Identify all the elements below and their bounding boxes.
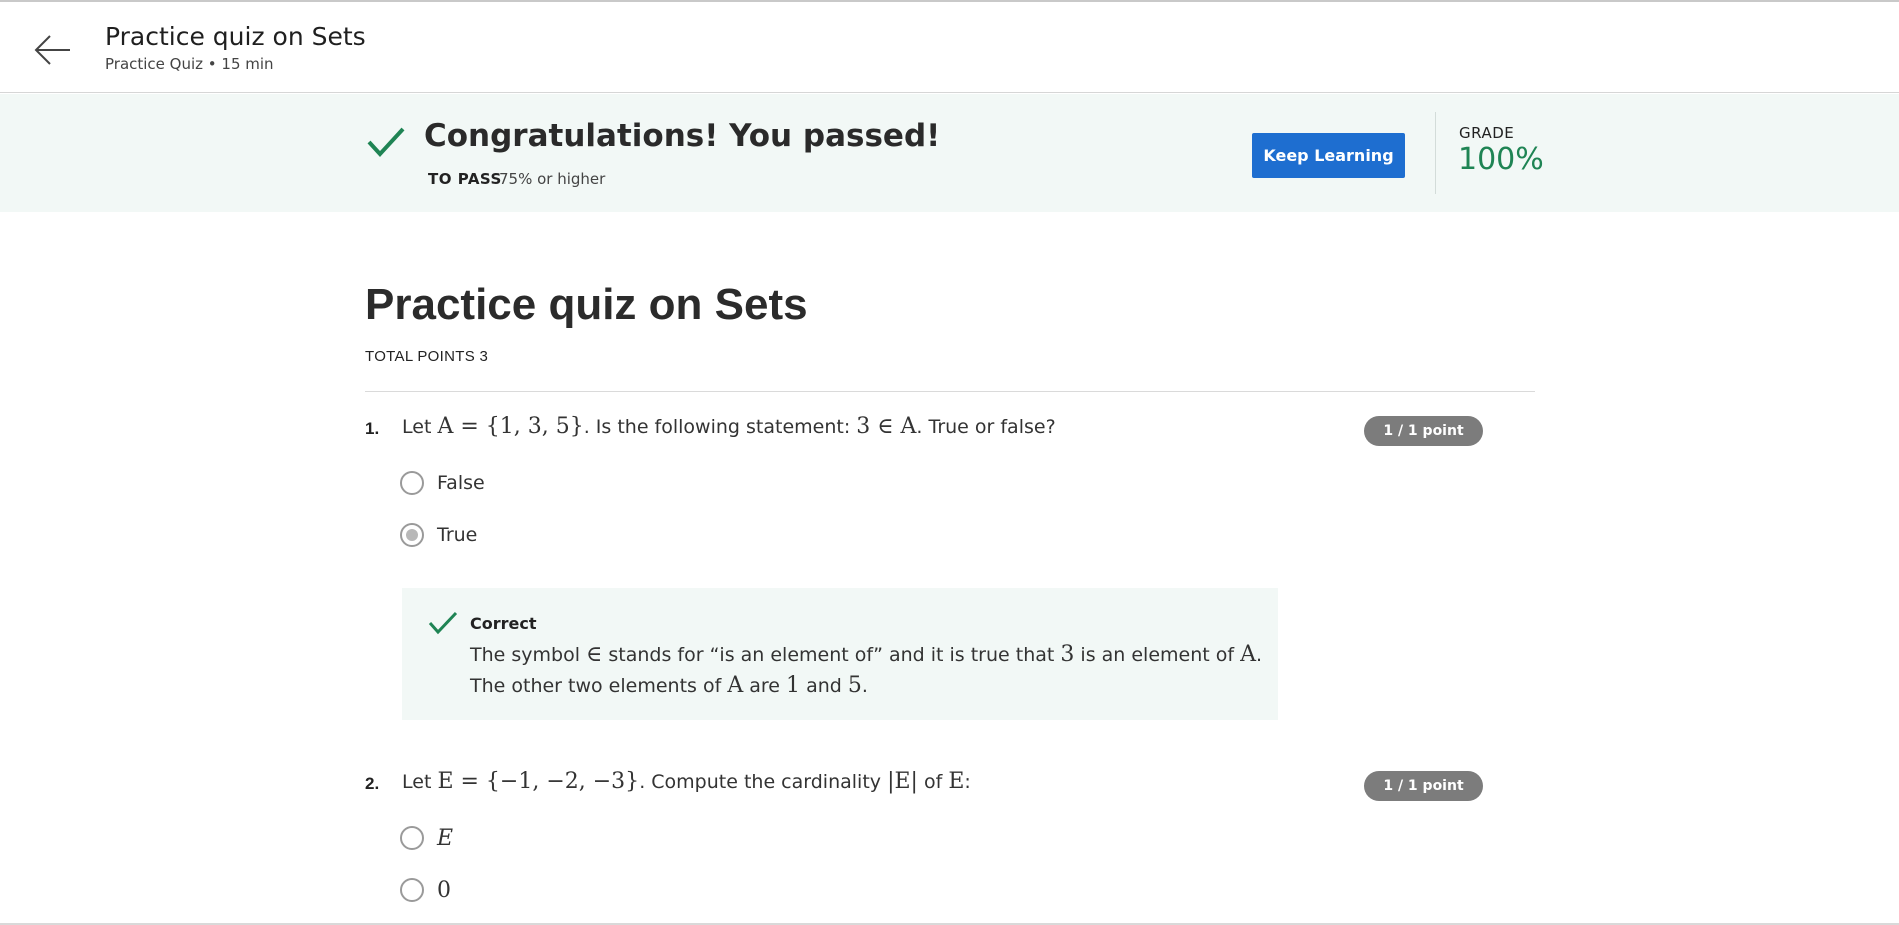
math-expression: E = {−1, −2, −3}: [437, 769, 640, 794]
feedback-text: The symbol ∈ stands for “is an element o…: [470, 642, 1262, 667]
grade-value: 100%: [1458, 142, 1544, 177]
keep-learning-button[interactable]: Keep Learning: [1252, 133, 1405, 178]
feedback-text-part: The other two elements of: [470, 675, 728, 697]
question-text-part: . Is the following statement:: [583, 416, 857, 438]
checkmark-icon: [367, 127, 405, 157]
feedback-text-part: stands for “is an element of” and it is …: [602, 644, 1061, 666]
math-expression: ∈: [586, 642, 603, 667]
math-expression: 3: [1060, 642, 1075, 667]
math-expression: |E|: [887, 769, 918, 794]
points-badge: 1 / 1 point: [1364, 416, 1483, 446]
total-points: TOTAL POINTS 3: [365, 348, 489, 365]
pass-message: Congratulations! You passed!: [424, 118, 941, 154]
feedback-text-part: are: [743, 675, 787, 697]
feedback-text-part: The symbol: [470, 644, 587, 666]
feedback-text-part: .: [1256, 644, 1263, 666]
back-button[interactable]: [30, 30, 74, 70]
answer-option-false[interactable]: False: [400, 468, 485, 498]
question-text-part: . Compute the cardinality: [639, 771, 888, 793]
feedback-text-part: is an element of: [1074, 644, 1241, 666]
math-expression: E: [948, 769, 965, 794]
question-text-part: Let: [402, 416, 438, 438]
question-text: Let E = {−1, −2, −3}. Compute the cardin…: [402, 769, 971, 794]
radio-button[interactable]: [400, 878, 424, 902]
feedback-text-part: and: [800, 675, 848, 697]
answer-option-0[interactable]: 0: [400, 875, 451, 905]
option-label: False: [437, 472, 485, 494]
option-label: E: [437, 825, 454, 851]
math-expression: A: [727, 673, 744, 698]
math-expression: 3 ∈ A: [856, 414, 917, 439]
feedback-box: Correct The symbol ∈ stands for “is an e…: [402, 588, 1278, 720]
option-label: True: [437, 524, 478, 546]
feedback-text-part: .: [861, 675, 868, 697]
points-badge: 1 / 1 point: [1364, 771, 1483, 801]
question-text: Let A = {1, 3, 5}. Is the following stat…: [402, 414, 1056, 439]
question-text-part: :: [964, 771, 971, 793]
question-text-part: of: [917, 771, 949, 793]
feedback-label: Correct: [470, 614, 537, 633]
radio-button-selected[interactable]: [400, 523, 424, 547]
question-number: 2.: [365, 774, 380, 793]
to-pass-label: TO PASS: [428, 170, 502, 188]
radio-button[interactable]: [400, 471, 424, 495]
option-label: 0: [437, 877, 451, 903]
checkmark-icon: [428, 611, 458, 635]
header-title: Practice quiz on Sets: [105, 22, 366, 51]
question-text-part: Let: [402, 771, 438, 793]
math-expression: 5: [847, 673, 862, 698]
grade-label: GRADE: [1459, 124, 1515, 142]
answer-option-e[interactable]: E: [400, 823, 453, 853]
result-banner: Congratulations! You passed! TO PASS 75%…: [0, 94, 1899, 212]
page-header: Practice quiz on Sets Practice Quiz • 15…: [0, 2, 1899, 93]
math-expression: A = {1, 3, 5}: [437, 414, 584, 439]
arrow-left-icon: [34, 35, 70, 65]
math-expression: A: [1240, 642, 1257, 667]
feedback-text: The other two elements of A are 1 and 5.: [470, 673, 868, 698]
to-pass-value: 75% or higher: [499, 170, 606, 188]
grade-divider: [1435, 112, 1436, 194]
question-text-part: . True or false?: [916, 416, 1056, 438]
divider: [365, 391, 1535, 392]
question-number: 1.: [365, 419, 380, 438]
quiz-title: Practice quiz on Sets: [365, 280, 808, 329]
radio-button[interactable]: [400, 826, 424, 850]
math-expression: 1: [786, 673, 801, 698]
answer-option-true[interactable]: True: [400, 520, 477, 550]
header-subtitle: Practice Quiz • 15 min: [105, 55, 274, 73]
